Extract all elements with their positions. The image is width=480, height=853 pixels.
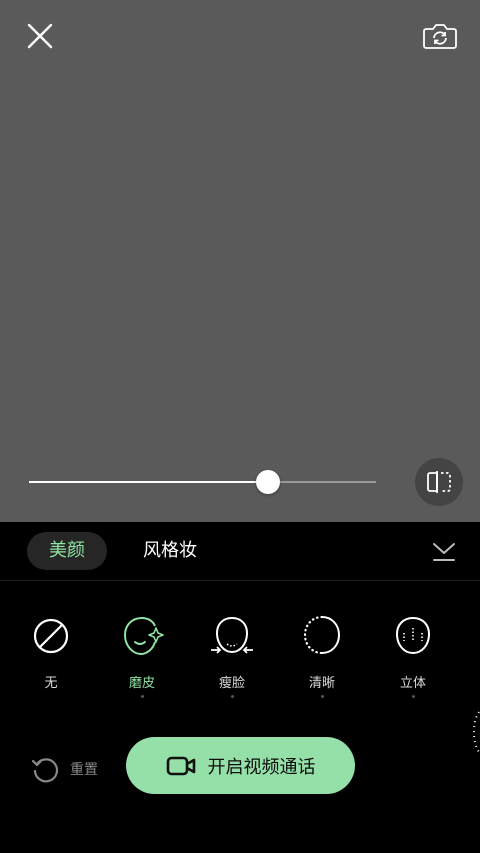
close-button[interactable]: [22, 18, 58, 54]
indicator-dot: [230, 695, 234, 698]
beauty-options: 无 磨皮 瘦脸 清晰 立体: [0, 614, 480, 753]
compare-icon: [427, 471, 451, 493]
reset-button[interactable]: 重置: [30, 754, 98, 784]
indicator-dot: [320, 695, 324, 698]
option-clarity[interactable]: 清晰: [284, 614, 360, 698]
tab-style-makeup[interactable]: 风格妆: [126, 532, 214, 570]
close-icon: [27, 23, 53, 49]
collapse-panel-button[interactable]: [430, 538, 458, 566]
tab-beauty[interactable]: 美颜: [27, 532, 107, 570]
indicator-dot: [411, 695, 415, 698]
indicator-dot: [140, 695, 144, 698]
option-label: 无: [44, 676, 58, 691]
smooth-skin-icon: [123, 617, 164, 656]
reset-icon: [31, 758, 59, 783]
option-label: 磨皮: [128, 676, 155, 691]
reset-label: 重置: [70, 762, 98, 778]
option-smooth-skin[interactable]: 磨皮: [104, 614, 180, 698]
option-label: 瘦脸: [218, 676, 245, 691]
tab-bar: 美颜 风格妆: [0, 522, 480, 581]
switch-camera-button[interactable]: [420, 18, 460, 54]
option-slim-face[interactable]: 瘦脸: [194, 614, 270, 698]
clarity-icon: [303, 615, 341, 655]
contour-icon: [395, 616, 431, 655]
slider-thumb[interactable]: [256, 470, 281, 494]
option-label: 立体: [399, 676, 426, 691]
more-options-edge: [472, 711, 480, 753]
option-label: 清晰: [308, 676, 335, 691]
video-camera-icon: [166, 756, 196, 776]
start-video-call-button[interactable]: 开启视频通话: [126, 737, 355, 794]
slider-fill: [29, 481, 269, 483]
compare-button[interactable]: [415, 458, 463, 506]
collapse-icon: [433, 543, 455, 561]
intensity-slider[interactable]: [29, 470, 376, 494]
call-button-label: 开启视频通话: [207, 756, 316, 778]
camera-switch-icon: [423, 24, 457, 49]
slim-face-icon: [211, 616, 253, 654]
camera-preview: [0, 0, 480, 522]
beauty-panel: 美颜 风格妆 无 磨皮 瘦脸 清晰 立体 重置 开启视频通话: [0, 522, 480, 853]
none-icon: [33, 618, 69, 654]
option-none[interactable]: 无: [13, 614, 89, 691]
option-contour[interactable]: 立体: [375, 614, 451, 698]
